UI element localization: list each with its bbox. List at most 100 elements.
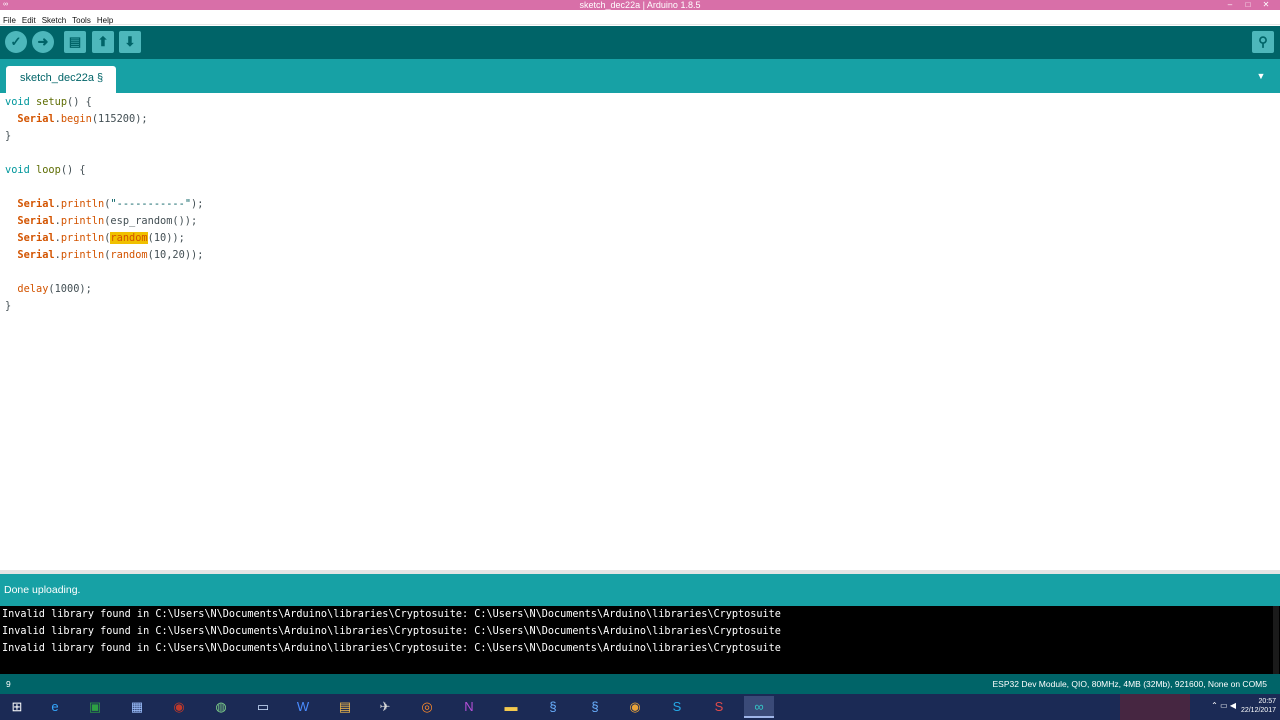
- code-line: Serial.begin(115200);: [5, 111, 147, 128]
- code-token: void: [5, 96, 30, 108]
- chrome-icon: ◉: [629, 699, 641, 714]
- code-token: }: [5, 300, 12, 312]
- onenote-icon: N: [464, 699, 474, 714]
- taskbar-button[interactable]: W: [288, 696, 318, 718]
- taskbar-button[interactable]: S: [704, 696, 734, 718]
- clock-time: 20:57: [1258, 698, 1276, 705]
- tab-sketch[interactable]: sketch_dec22a §: [6, 66, 116, 93]
- taskbar-button[interactable]: ▭: [248, 696, 278, 718]
- editor-scrollbar[interactable]: [1270, 95, 1278, 565]
- app-green-icon: ▣: [88, 699, 102, 714]
- code-token: "-----------": [110, 198, 192, 210]
- code-token: () {: [67, 96, 92, 108]
- tray-icons[interactable]: ⌃ ▭ ◀: [1211, 701, 1236, 710]
- code-token: (1000);: [48, 283, 92, 295]
- clock-date: 22/12/2017: [1240, 707, 1276, 714]
- arrow-up-icon: ⬆: [97, 34, 109, 49]
- tab-label: sketch_dec22a §: [20, 72, 104, 84]
- tray-background: [1120, 694, 1190, 720]
- code-token: void: [5, 164, 30, 176]
- serial-monitor-button[interactable]: ⚲: [1252, 31, 1274, 53]
- code-token: begin: [60, 113, 92, 125]
- info-bar: 9 ESP32 Dev Module, QIO, 80MHz, 4MB (32M…: [0, 674, 1280, 694]
- taskbar-button[interactable]: e: [40, 696, 70, 718]
- status-area: Done uploading.: [0, 574, 1280, 606]
- taskbar-button[interactable]: ▦: [122, 696, 152, 718]
- firefox-icon: ◎: [421, 699, 433, 714]
- code-token: Serial: [17, 198, 55, 210]
- code-token: (10,20));: [147, 249, 204, 261]
- taskbar-button[interactable]: S: [662, 696, 692, 718]
- code-token: println: [60, 249, 105, 261]
- arduino-icon: ∞: [754, 699, 764, 714]
- code-token: println: [60, 232, 105, 244]
- magnifier-icon: ⚲: [1258, 34, 1268, 49]
- app-plane-icon: ✈: [379, 699, 391, 714]
- code-token: delay: [17, 283, 49, 295]
- taskbar-button[interactable]: ◍: [206, 696, 236, 718]
- taskbar-button[interactable]: ✈: [370, 696, 400, 718]
- menu-bar: File Edit Sketch Tools Help: [0, 10, 1280, 25]
- taskbar-button[interactable]: §: [580, 696, 610, 718]
- code-token: Serial: [17, 249, 55, 261]
- code-token: setup: [36, 96, 68, 108]
- taskbar-button[interactable]: ◎: [412, 696, 442, 718]
- verify-button[interactable]: ✓: [5, 31, 27, 53]
- console-line: Invalid library found in C:\Users\N\Docu…: [2, 643, 781, 654]
- taskbar-button[interactable]: ⊞: [2, 696, 32, 718]
- taskbar-button[interactable]: ∞: [744, 696, 774, 718]
- code-token: Serial: [17, 113, 55, 125]
- code-line: void setup() {: [5, 94, 92, 111]
- output-console[interactable]: Invalid library found in C:\Users\N\Docu…: [0, 606, 1280, 674]
- code-line: void loop() {: [5, 162, 86, 179]
- code-editor[interactable]: void setup() { Serial.begin(115200);} voi…: [0, 93, 1280, 570]
- chevron-down-icon: ▼: [1256, 71, 1266, 81]
- title-bar: ∞ sketch_dec22a | Arduino 1.8.5 – □ ✕: [0, 0, 1280, 10]
- code-token: () {: [60, 164, 86, 176]
- code-token: loop: [36, 164, 61, 176]
- code-line: Serial.println(esp_random());: [5, 213, 197, 230]
- clock[interactable]: 20:57 22/12/2017: [1241, 697, 1276, 715]
- document-icon: ▤: [68, 34, 82, 49]
- status-message: Done uploading.: [4, 584, 81, 596]
- code-token: Serial: [17, 215, 55, 227]
- folder-icon: ▬: [504, 699, 518, 714]
- tab-strip: sketch_dec22a § ▼: [0, 59, 1280, 93]
- code-line: }: [5, 128, 11, 145]
- taskbar-button[interactable]: ▤: [330, 696, 360, 718]
- code-token: println: [60, 198, 105, 210]
- internet-explorer-icon: e: [51, 699, 59, 714]
- taskbar-button[interactable]: ▣: [80, 696, 110, 718]
- maximize-button[interactable]: □: [1240, 0, 1256, 10]
- upload-button[interactable]: ➜: [32, 31, 54, 53]
- app-s3-icon: S: [714, 699, 724, 714]
- taskbar-button[interactable]: ◉: [620, 696, 650, 718]
- tab-menu-button[interactable]: ▼: [1254, 71, 1268, 81]
- check-icon: ✓: [10, 34, 22, 49]
- toolbar: ✓ ➜ ▤ ⬆ ⬇ ⚲: [0, 26, 1280, 59]
- save-button[interactable]: ⬇: [119, 31, 141, 53]
- taskbar-button[interactable]: ◉: [164, 696, 194, 718]
- code-line: Serial.println(random(10));: [5, 230, 185, 247]
- selected-token: random: [110, 232, 148, 244]
- window-title: sketch_dec22a | Arduino 1.8.5: [579, 0, 701, 10]
- taskbar-button[interactable]: ▬: [496, 696, 526, 718]
- taskbar-button[interactable]: §: [538, 696, 568, 718]
- open-button[interactable]: ⬆: [92, 31, 114, 53]
- minimize-button[interactable]: –: [1222, 0, 1238, 10]
- new-button[interactable]: ▤: [64, 31, 86, 53]
- console-line: Invalid library found in C:\Users\N\Docu…: [2, 609, 781, 620]
- close-button[interactable]: ✕: [1258, 0, 1274, 10]
- taskbar-button[interactable]: N: [454, 696, 484, 718]
- code-line: Serial.println("-----------");: [5, 196, 203, 213]
- console-line: Invalid library found in C:\Users\N\Docu…: [2, 626, 781, 637]
- console-scrollbar[interactable]: [1273, 606, 1279, 674]
- app-s2-icon: §: [591, 699, 599, 714]
- skype-icon: S: [672, 699, 682, 714]
- code-line: Serial.println(random(10,20));: [5, 247, 203, 264]
